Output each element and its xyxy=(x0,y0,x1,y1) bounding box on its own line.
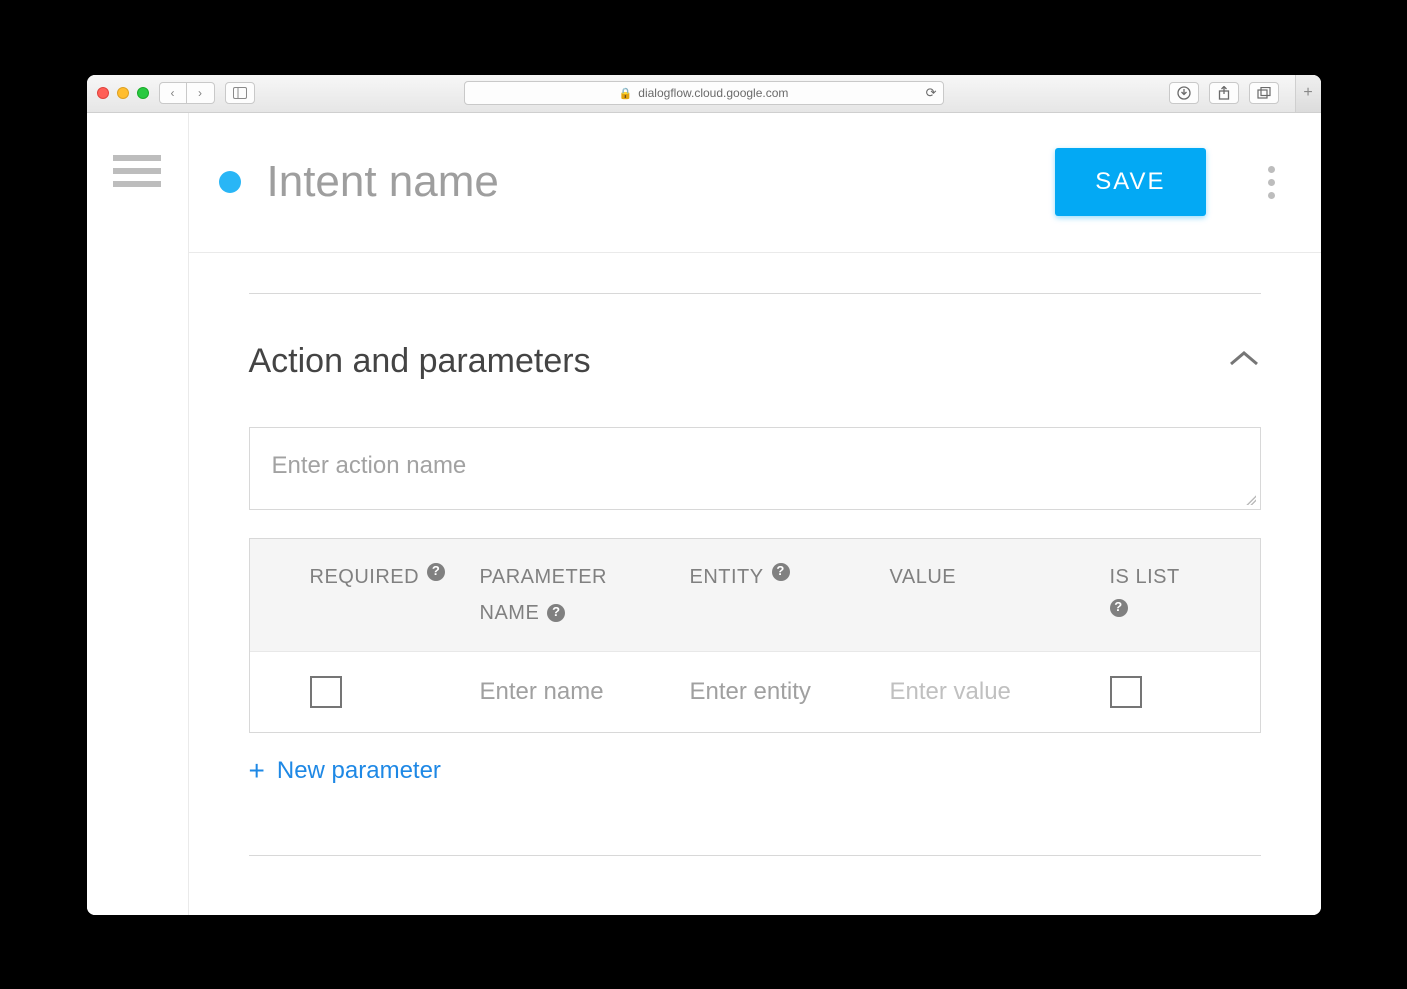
lock-icon: 🔒 xyxy=(619,87,633,100)
col-parameter-name: PARAMETER NAME ? xyxy=(480,563,690,627)
toolbar-right: + xyxy=(1169,75,1311,113)
sidebar-icon xyxy=(233,87,247,99)
new-parameter-label: New parameter xyxy=(277,757,441,785)
col-is-list: IS LIST ? xyxy=(1110,563,1260,617)
param-entity-input[interactable] xyxy=(690,678,890,706)
intent-status-dot-icon xyxy=(219,171,241,193)
download-icon xyxy=(1177,86,1191,100)
more-options-button[interactable] xyxy=(1262,160,1281,205)
intent-name-input[interactable] xyxy=(267,157,1030,207)
action-name-field[interactable] xyxy=(249,427,1261,510)
forward-button[interactable]: › xyxy=(187,82,215,104)
new-tab-button[interactable]: + xyxy=(1295,75,1321,113)
col-required: REQUIRED ? xyxy=(310,563,480,591)
help-icon[interactable]: ? xyxy=(1110,599,1128,617)
downloads-button[interactable] xyxy=(1169,82,1199,104)
content-area: Action and parameters REQUIRED xyxy=(189,253,1321,896)
browser-chrome: ‹ › 🔒 dialogflow.cloud.google.com ⟳ xyxy=(87,75,1321,113)
address-bar[interactable]: 🔒 dialogflow.cloud.google.com ⟳ xyxy=(464,81,944,105)
divider xyxy=(249,293,1261,294)
action-name-input[interactable] xyxy=(272,452,1238,480)
window-minimize-button[interactable] xyxy=(117,87,129,99)
section-header: Action and parameters xyxy=(249,342,1261,381)
hamburger-icon xyxy=(113,155,161,161)
required-checkbox[interactable] xyxy=(310,676,342,708)
url-text: dialogflow.cloud.google.com xyxy=(638,86,788,100)
param-value-input[interactable] xyxy=(890,678,1110,706)
save-button[interactable]: SAVE xyxy=(1055,148,1205,216)
tabs-icon xyxy=(1257,87,1271,99)
collapse-section-button[interactable] xyxy=(1227,349,1261,374)
help-icon[interactable]: ? xyxy=(427,563,445,581)
is-list-checkbox[interactable] xyxy=(1110,676,1142,708)
share-button[interactable] xyxy=(1209,82,1239,104)
browser-window: ‹ › 🔒 dialogflow.cloud.google.com ⟳ xyxy=(87,75,1321,915)
chevron-up-icon xyxy=(1227,349,1261,369)
tabs-button[interactable] xyxy=(1249,82,1279,104)
new-parameter-button[interactable]: + New parameter xyxy=(249,757,1261,785)
app-root: SAVE Action and parameters xyxy=(87,113,1321,915)
resize-handle-icon[interactable] xyxy=(1246,495,1256,505)
help-icon[interactable]: ? xyxy=(772,563,790,581)
sidebar-toggle-button[interactable] xyxy=(225,82,255,104)
left-rail xyxy=(87,113,189,915)
menu-button[interactable] xyxy=(113,155,161,187)
col-entity: ENTITY ? xyxy=(690,563,890,591)
kebab-icon xyxy=(1268,166,1275,173)
window-close-button[interactable] xyxy=(97,87,109,99)
divider xyxy=(249,855,1261,856)
table-header: REQUIRED ? PARAMETER NAME ? ENTITY xyxy=(250,539,1260,651)
param-name-input[interactable] xyxy=(480,678,690,706)
col-value: VALUE xyxy=(890,563,1110,591)
section-title: Action and parameters xyxy=(249,342,591,381)
parameters-table: REQUIRED ? PARAMETER NAME ? ENTITY xyxy=(249,538,1261,733)
window-maximize-button[interactable] xyxy=(137,87,149,99)
intent-header: SAVE xyxy=(189,113,1321,253)
back-button[interactable]: ‹ xyxy=(159,82,187,104)
main-area: SAVE Action and parameters xyxy=(189,113,1321,915)
refresh-icon[interactable]: ⟳ xyxy=(926,85,937,101)
nav-buttons: ‹ › xyxy=(159,82,215,104)
table-row xyxy=(250,651,1260,732)
share-icon xyxy=(1218,86,1230,100)
plus-icon: + xyxy=(249,757,265,785)
window-controls xyxy=(97,87,149,99)
help-icon[interactable]: ? xyxy=(547,604,565,622)
